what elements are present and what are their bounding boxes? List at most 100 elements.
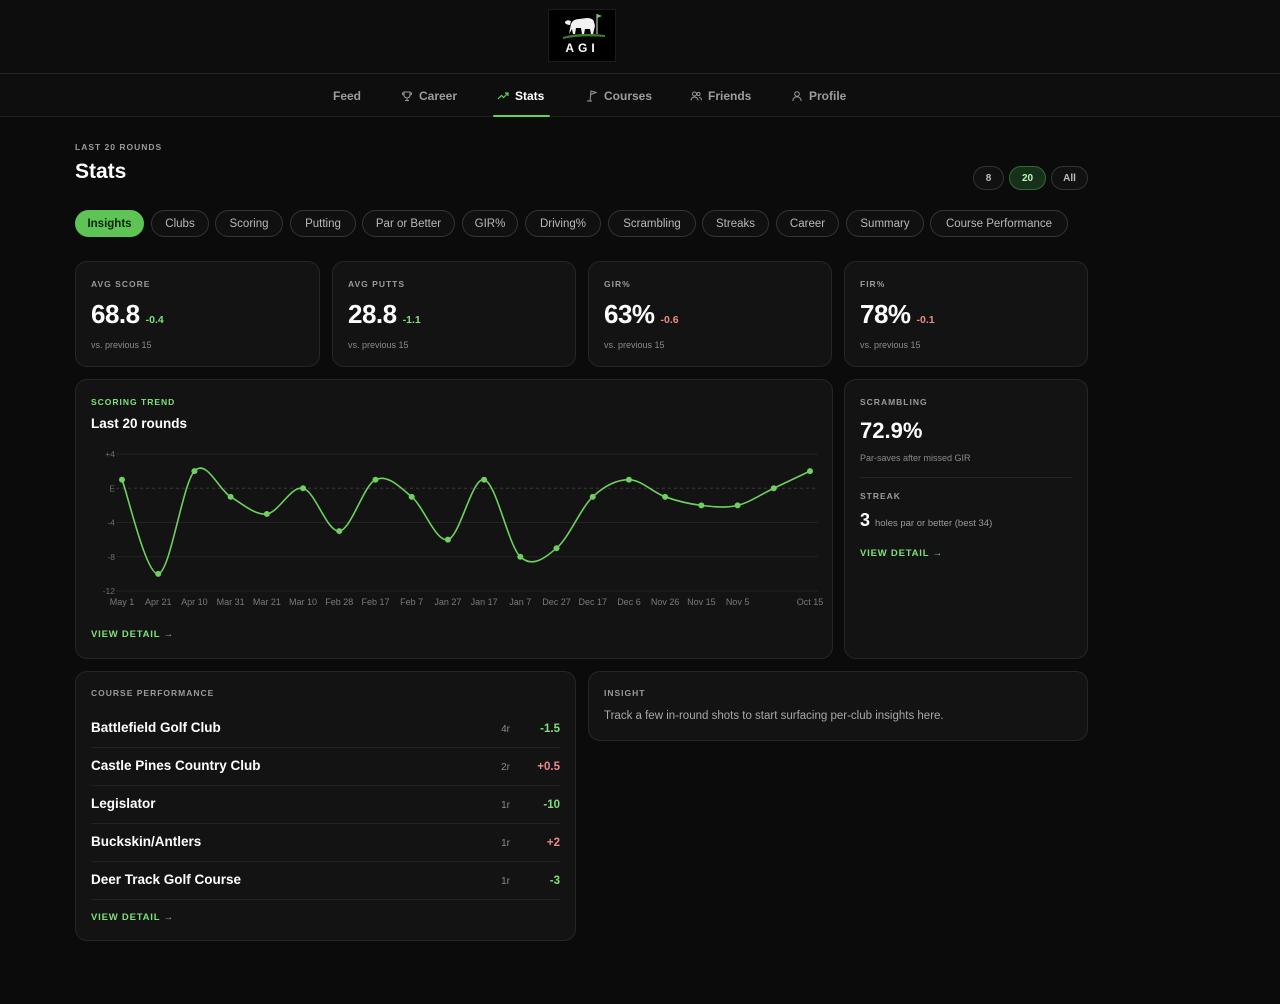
metric-delta: -0.1	[916, 314, 935, 326]
course-row[interactable]: Castle Pines Country Club 2r +0.5	[91, 748, 560, 786]
agi-logo[interactable]: AGI	[548, 9, 616, 62]
users-icon	[690, 91, 702, 101]
chart-point	[734, 502, 741, 509]
course-row[interactable]: Legislator 1r -10	[91, 786, 560, 824]
course-rounds: 4r	[501, 724, 510, 735]
streak-value: 3	[860, 510, 871, 530]
course-row[interactable]: Deer Track Golf Course 1r -3	[91, 862, 560, 900]
tab-driving[interactable]: Driving%	[525, 210, 601, 237]
trend-view-detail-link[interactable]: VIEW DETAIL →	[91, 629, 174, 640]
tab-insights[interactable]: Insights	[75, 210, 144, 237]
insight-card: INSIGHT Track a few in-round shots to st…	[588, 671, 1088, 741]
range-all-button[interactable]: All	[1051, 166, 1088, 190]
tab-par-or-better[interactable]: Par or Better	[362, 210, 455, 237]
streak-text: holes par or better (best 34)	[875, 518, 993, 529]
range-8-button[interactable]: 8	[973, 166, 1004, 190]
chart-y-tick-label: -8	[107, 552, 115, 562]
chart-point	[300, 485, 307, 492]
course-name: Deer Track Golf Course	[91, 872, 242, 887]
nav-courses-label: Courses	[604, 88, 653, 103]
course-name: Castle Pines Country Club	[91, 758, 261, 773]
chart-x-tick-label: Nov 15	[687, 597, 716, 607]
course-performance-label: COURSE PERFORMANCE	[91, 688, 215, 698]
chart-point	[227, 493, 234, 500]
chart-point	[481, 476, 488, 483]
metric-label: AVG PUTTS	[348, 279, 406, 289]
tab-scoring[interactable]: Scoring	[215, 210, 283, 237]
tab-course-performance[interactable]: Course Performance	[930, 210, 1068, 237]
chart-x-tick-label: Mar 31	[217, 597, 245, 607]
divider	[860, 477, 1072, 478]
tab-streaks[interactable]: Streaks	[702, 210, 769, 237]
chart-point	[517, 553, 524, 560]
metric-sub: vs. previous 15	[604, 340, 665, 350]
chart-point	[662, 493, 669, 500]
nav-stats[interactable]: Stats	[497, 74, 544, 117]
chart-point	[119, 476, 125, 483]
course-diff: +2	[546, 837, 560, 849]
nav-feed-label: Feed	[333, 88, 362, 103]
main-nav: Feed Career Stats Courses Friends Profil…	[0, 74, 1280, 117]
chart-y-tick-label: -4	[107, 518, 115, 528]
chart-x-tick-label: Apr 21	[145, 597, 172, 607]
tab-clubs[interactable]: Clubs	[151, 210, 209, 237]
chart-x-tick-label: Jan 7	[509, 597, 531, 607]
scrambling-value: 72.9%	[860, 418, 923, 443]
metric-delta: -0.6	[660, 314, 679, 326]
chart-x-tick-label: Feb 28	[325, 597, 353, 607]
metric-card-avg-putts: AVG PUTTS 28.8 -1.1 vs. previous 15	[332, 261, 576, 367]
chart-x-tick-label: Dec 6	[617, 597, 641, 607]
chart-point	[444, 536, 451, 543]
metric-value: 28.8	[348, 299, 397, 329]
streak-view-detail-link[interactable]: VIEW DETAIL →	[860, 548, 943, 559]
chart-point	[336, 528, 343, 535]
tab-scrambling[interactable]: Scrambling	[608, 210, 696, 237]
chart-point	[408, 493, 415, 500]
metric-sub: vs. previous 15	[348, 340, 409, 350]
trend-title: Last 20 rounds	[91, 416, 188, 431]
metric-sub: vs. previous 15	[860, 340, 921, 350]
course-diff: -1.5	[540, 723, 560, 735]
tab-summary[interactable]: Summary	[846, 210, 924, 237]
tab-gir[interactable]: GIR%	[462, 210, 518, 237]
metric-card-gir: GIR% 63% -0.6 vs. previous 15	[588, 261, 832, 367]
chart-point	[770, 485, 777, 492]
chart-x-tick-label: May 1	[110, 597, 135, 607]
nav-profile-label: Profile	[809, 88, 847, 103]
page-title: Stats	[75, 160, 127, 183]
nav-feed[interactable]: Feed	[333, 74, 361, 117]
chart-y-tick-label: +4	[105, 449, 115, 459]
chart-x-tick-label: Oct 15	[797, 597, 824, 607]
metric-value: 68.8	[91, 299, 140, 329]
chart-point	[553, 545, 560, 552]
tab-putting[interactable]: Putting	[290, 210, 356, 237]
course-row[interactable]: Battlefield Golf Club 4r -1.5	[91, 710, 560, 748]
insight-text: Track a few in-round shots to start surf…	[604, 710, 944, 722]
nav-profile[interactable]: Profile	[791, 74, 846, 117]
tab-career[interactable]: Career	[776, 210, 839, 237]
nav-friends[interactable]: Friends	[690, 74, 751, 117]
metric-delta: -0.4	[145, 314, 164, 326]
chart-x-tick-label: Feb 7	[400, 597, 423, 607]
scoring-trend-card: SCORING TREND Last 20 rounds +4 E -4 -8 -12 M…	[75, 379, 833, 659]
course-name: Legislator	[91, 796, 156, 811]
nav-career[interactable]: Career	[401, 74, 457, 117]
course-view-detail-link[interactable]: VIEW DETAIL →	[91, 912, 174, 923]
nav-friends-label: Friends	[708, 88, 752, 103]
chart-x-tick-label: Feb 17	[361, 597, 389, 607]
course-row[interactable]: Buckskin/Antlers 1r +2	[91, 824, 560, 862]
chart-x-tick-label: Jan 27	[434, 597, 461, 607]
chart-x-tick-label: Jan 17	[471, 597, 498, 607]
metric-label: FIR%	[860, 279, 886, 289]
nav-career-label: Career	[419, 88, 458, 103]
chart-point	[155, 570, 162, 577]
nav-courses[interactable]: Courses	[586, 74, 652, 117]
metric-card-fir: FIR% 78% -0.1 vs. previous 15	[844, 261, 1088, 367]
metric-value: 78%	[860, 299, 911, 329]
insight-label: INSIGHT	[604, 688, 646, 698]
metric-label: AVG SCORE	[91, 279, 151, 289]
streak-label: STREAK	[860, 491, 901, 501]
chart-point	[698, 502, 705, 509]
range-20-button[interactable]: 20	[1009, 166, 1046, 190]
course-rounds: 1r	[501, 838, 510, 849]
